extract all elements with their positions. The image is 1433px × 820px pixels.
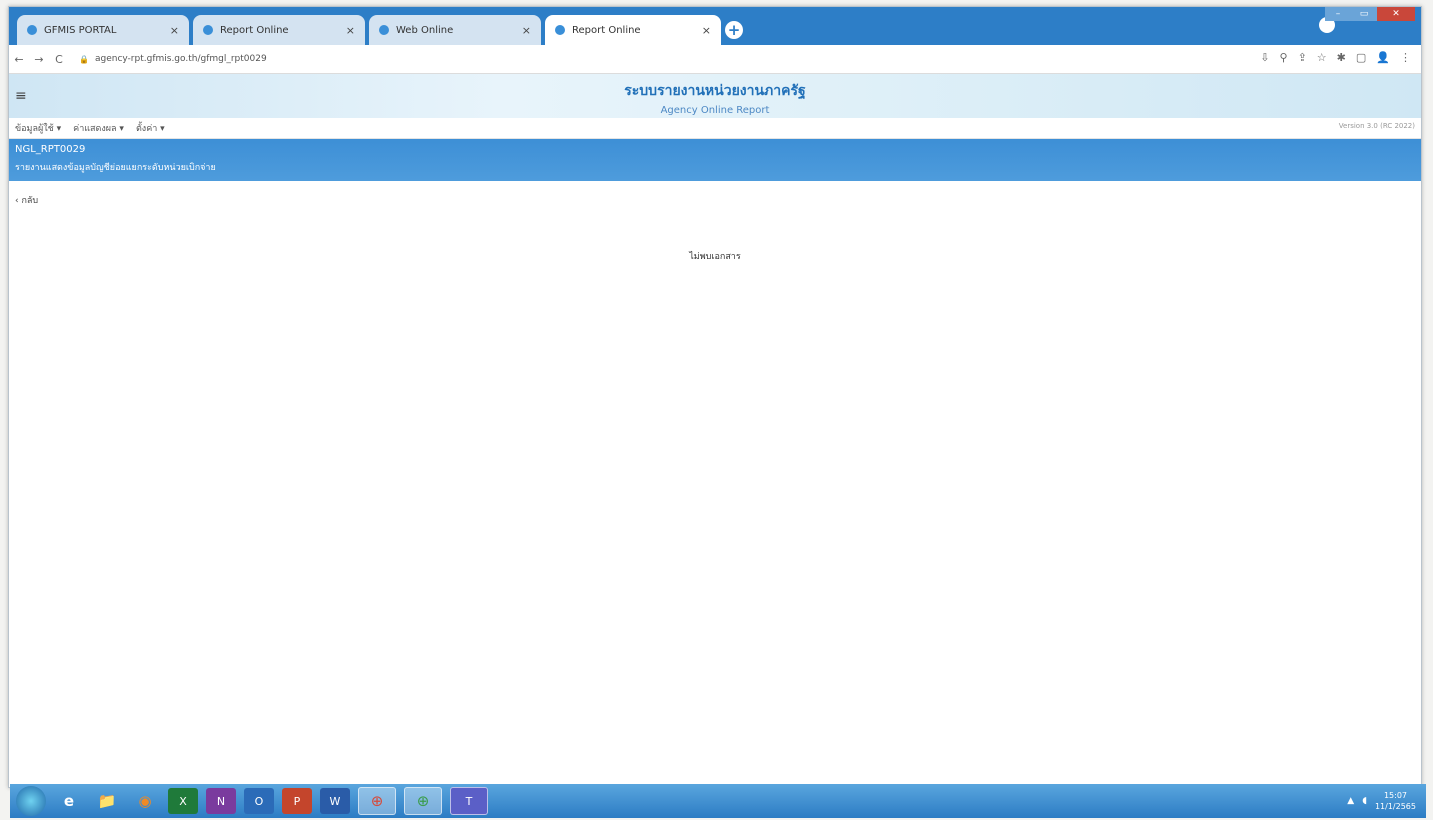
minimize-button[interactable]: – (1325, 7, 1351, 21)
tab-label: GFMIS PORTAL (44, 24, 117, 36)
tab-favicon (203, 25, 213, 35)
side-panel-icon[interactable]: ▢ (1356, 51, 1366, 64)
tab-label: Report Online (572, 24, 641, 36)
start-button[interactable] (16, 786, 46, 816)
tab-close-icon[interactable]: × (346, 24, 355, 37)
empty-message: ไม่พบเอกสาร (689, 252, 741, 262)
tab-close-icon[interactable]: × (170, 24, 179, 37)
url-text: agency-rpt.gfmis.go.th/gfmgl_rpt0029 (94, 54, 267, 64)
back-link[interactable]: ‹ กลับ (15, 193, 38, 207)
tab-web-online[interactable]: Web Online × (369, 15, 541, 45)
menu-user-info[interactable]: ข้อมูลผู้ใช้ ▾ (15, 121, 61, 135)
report-name: รายงานแสดงข้อมูลบัญชีย่อยแยกระดับหน่วยเบ… (15, 163, 216, 173)
address-bar[interactable]: 🔒 agency-rpt.gfmis.go.th/gfmgl_rpt0029 (79, 54, 267, 64)
share-icon[interactable]: ⇪ (1298, 51, 1307, 64)
volume-icon[interactable]: ◖ (1362, 796, 1367, 806)
hamburger-menu-icon[interactable]: ≡ (15, 88, 27, 104)
tab-label: Web Online (396, 24, 454, 36)
tab-close-icon[interactable]: × (522, 24, 531, 37)
more-menu-icon[interactable]: ⋮ (1400, 51, 1411, 64)
forward-arrow-icon[interactable]: → (29, 53, 49, 66)
ie-icon[interactable]: e (54, 788, 84, 814)
folder-icon[interactable]: 📁 (92, 788, 122, 814)
version-label: Version 3.0 (RC 2022) (1338, 122, 1415, 130)
install-icon[interactable]: ⇩ (1260, 51, 1269, 64)
app-subtitle: Agency Online Report (660, 105, 770, 116)
tab-label: Report Online (220, 24, 289, 36)
media-player-icon[interactable]: ◉ (130, 788, 160, 814)
tab-favicon (379, 25, 389, 35)
tab-gfmis-portal[interactable]: GFMIS PORTAL × (17, 15, 189, 45)
back-arrow-icon[interactable]: ← (9, 53, 29, 66)
outlook-icon[interactable]: O (244, 788, 274, 814)
chrome-icon[interactable]: ⊕ (358, 787, 396, 815)
chrome-icon[interactable]: ⊕ (404, 787, 442, 815)
network-icon[interactable]: ▲ (1347, 796, 1354, 806)
tab-report-online-active[interactable]: Report Online × (545, 15, 721, 45)
report-banner: NGL_RPT0029 รายงานแสดงข้อมูลบัญชีย่อยแยก… (9, 139, 1421, 181)
os-taskbar: e 📁 ◉ X N O P W ⊕ ⊕ T ▲ ◖ 15:07 11/1/256… (10, 784, 1426, 818)
bookmark-star-icon[interactable]: ☆ (1317, 51, 1327, 64)
tab-strip: GFMIS PORTAL × Report Online × Web Onlin… (9, 7, 1421, 45)
tab-favicon (555, 25, 565, 35)
system-tray: ▲ ◖ 15:07 11/1/2565 (1347, 790, 1416, 812)
extensions-icon[interactable]: ✱ (1337, 51, 1346, 64)
powerpoint-icon[interactable]: P (282, 788, 312, 814)
teams-icon[interactable]: T (450, 787, 488, 815)
clock[interactable]: 15:07 11/1/2565 (1375, 790, 1416, 812)
word-icon[interactable]: W (320, 788, 350, 814)
browser-window: GFMIS PORTAL × Report Online × Web Onlin… (8, 6, 1422, 788)
tab-favicon (27, 25, 37, 35)
close-window-button[interactable]: ✕ (1377, 7, 1415, 21)
menu-display[interactable]: ค่าแสดงผล ▾ (73, 121, 124, 135)
lock-icon: 🔒 (79, 54, 89, 64)
tab-report-online[interactable]: Report Online × (193, 15, 365, 45)
onenote-icon[interactable]: N (206, 788, 236, 814)
excel-icon[interactable]: X (168, 788, 198, 814)
window-controls: – ▭ ✕ (1325, 7, 1415, 21)
report-code: NGL_RPT0029 (15, 144, 86, 155)
zoom-icon[interactable]: ⚲ (1280, 51, 1288, 64)
menu-settings[interactable]: ตั้งค่า ▾ (136, 121, 165, 135)
tab-close-icon[interactable]: × (702, 24, 711, 37)
clock-time: 15:07 (1383, 791, 1408, 800)
new-tab-button[interactable]: + (725, 21, 743, 39)
reload-icon[interactable]: C (49, 53, 69, 66)
clock-date: 11/1/2565 (1374, 802, 1416, 811)
app-menu-bar: ข้อมูลผู้ใช้ ▾ ค่าแสดงผล ▾ ตั้งค่า ▾ Ver… (9, 118, 1421, 139)
profile-icon[interactable]: 👤 (1376, 51, 1390, 64)
app-title: ระบบรายงานหน่วยงานภาครัฐ (624, 83, 806, 99)
browser-toolbar: ← → C 🔒 agency-rpt.gfmis.go.th/gfmgl_rpt… (9, 45, 1421, 74)
browser-toolbar-icons: ⇩ ⚲ ⇪ ☆ ✱ ▢ 👤 ⋮ (1260, 51, 1411, 64)
app-header: ≡ ระบบรายงานหน่วยงานภาครัฐ Agency Online… (9, 74, 1421, 118)
maximize-button[interactable]: ▭ (1351, 7, 1377, 21)
report-content: ‹ กลับ ไม่พบเอกสาร (9, 181, 1421, 761)
